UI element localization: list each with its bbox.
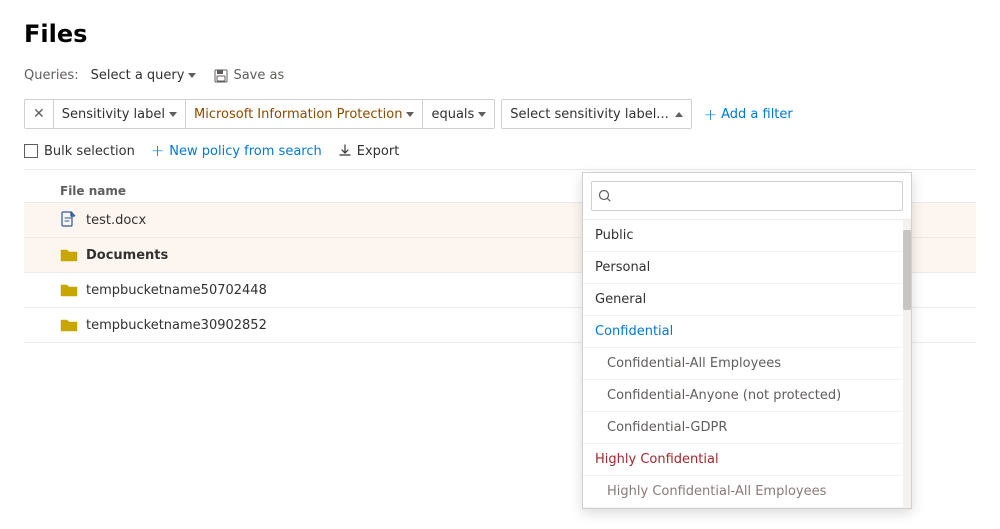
dropdown-item-general[interactable]: General (583, 284, 911, 316)
query-select-label: Select a query (91, 68, 185, 83)
add-filter-button[interactable]: + Add a filter (698, 101, 799, 128)
folder-icon-3 (60, 316, 78, 334)
folder-icon-1 (60, 246, 78, 264)
filter-label-chevron-icon (169, 112, 177, 117)
page-container: Files Queries: Select a query Save as ✕ … (0, 0, 1000, 363)
file-name-1: Documents (86, 248, 168, 263)
dropdown-item-highly-confidential-all-employees[interactable]: Highly Confidential-All Employees (583, 476, 911, 508)
save-as-button[interactable]: Save as (208, 66, 290, 85)
dropdown-item-personal[interactable]: Personal (583, 252, 911, 284)
filter-label-button[interactable]: Sensitivity label (54, 100, 186, 128)
bulk-selection-checkbox[interactable] (24, 144, 38, 158)
column-file-name: File name (60, 184, 126, 198)
query-select-dropdown[interactable]: Select a query (87, 66, 201, 85)
filter-operator-button[interactable]: equals (423, 100, 494, 128)
filter-value-button[interactable]: Microsoft Information Protection (186, 100, 423, 128)
bulk-selection-label: Bulk selection (44, 144, 135, 159)
dropdown-item-highly-confidential[interactable]: Highly Confidential (583, 444, 911, 476)
bulk-selection-button[interactable]: Bulk selection (24, 144, 135, 159)
sensitivity-dropdown-chevron-icon (675, 112, 683, 117)
file-name-3: tempbucketname30902852 (86, 318, 267, 333)
export-button[interactable]: Export (338, 144, 400, 159)
dropdown-item-confidential-gdpr[interactable]: Confidential-GDPR (583, 412, 911, 444)
scrollbar-track (903, 220, 911, 508)
dropdown-search-area (583, 173, 911, 220)
filter-value-chevron-icon (406, 112, 414, 117)
close-icon: ✕ (33, 106, 45, 122)
filter-label-text: Sensitivity label (62, 107, 165, 122)
new-policy-button[interactable]: + New policy from search (151, 143, 322, 159)
filter-operator-text: equals (431, 107, 474, 122)
queries-label: Queries: (24, 68, 79, 83)
dropdown-search-input[interactable] (600, 189, 894, 204)
page-title: Files (24, 20, 976, 48)
query-select-chevron-icon (188, 73, 196, 78)
dropdown-item-confidential-all-employees[interactable]: Confidential-All Employees (583, 348, 911, 380)
toolbar-row: Bulk selection + New policy from search … (24, 143, 976, 170)
new-policy-label: New policy from search (169, 144, 321, 159)
filter-value-text: Microsoft Information Protection (194, 107, 402, 122)
dropdown-search-wrapper (591, 181, 903, 211)
filter-operator-chevron-icon (478, 112, 486, 117)
sensitivity-dropdown-placeholder: Select sensitivity label... (510, 107, 668, 122)
filter-close-button[interactable]: ✕ (25, 100, 54, 128)
sensitivity-label-dropdown-button[interactable]: Select sensitivity label... (501, 99, 691, 129)
scrollbar-thumb[interactable] (903, 230, 911, 310)
add-filter-label: Add a filter (721, 107, 793, 122)
file-name-0: test.docx (86, 213, 146, 228)
export-download-icon (338, 144, 352, 158)
save-as-label: Save as (233, 68, 284, 83)
save-icon (214, 69, 228, 83)
queries-bar: Queries: Select a query Save as (24, 66, 976, 85)
add-filter-plus-icon: + (704, 105, 717, 124)
dropdown-item-public[interactable]: Public (583, 220, 911, 252)
dropdown-item-confidential[interactable]: Confidential (583, 316, 911, 348)
filter-row: ✕ Sensitivity label Microsoft Informatio… (24, 99, 976, 129)
filter-chip: ✕ Sensitivity label Microsoft Informatio… (24, 99, 495, 129)
folder-icon-2 (60, 281, 78, 299)
dropdown-item-confidential-anyone[interactable]: Confidential-Anyone (not protected) (583, 380, 911, 412)
sensitivity-label-dropdown: Public Personal General Confidential Con… (582, 172, 912, 509)
file-name-2: tempbucketname50702448 (86, 283, 267, 298)
new-policy-plus-icon: + (151, 143, 164, 159)
dropdown-search-icon (598, 189, 612, 203)
file-doc-icon (60, 211, 78, 229)
export-label: Export (357, 144, 400, 159)
dropdown-list: Public Personal General Confidential Con… (583, 220, 911, 508)
